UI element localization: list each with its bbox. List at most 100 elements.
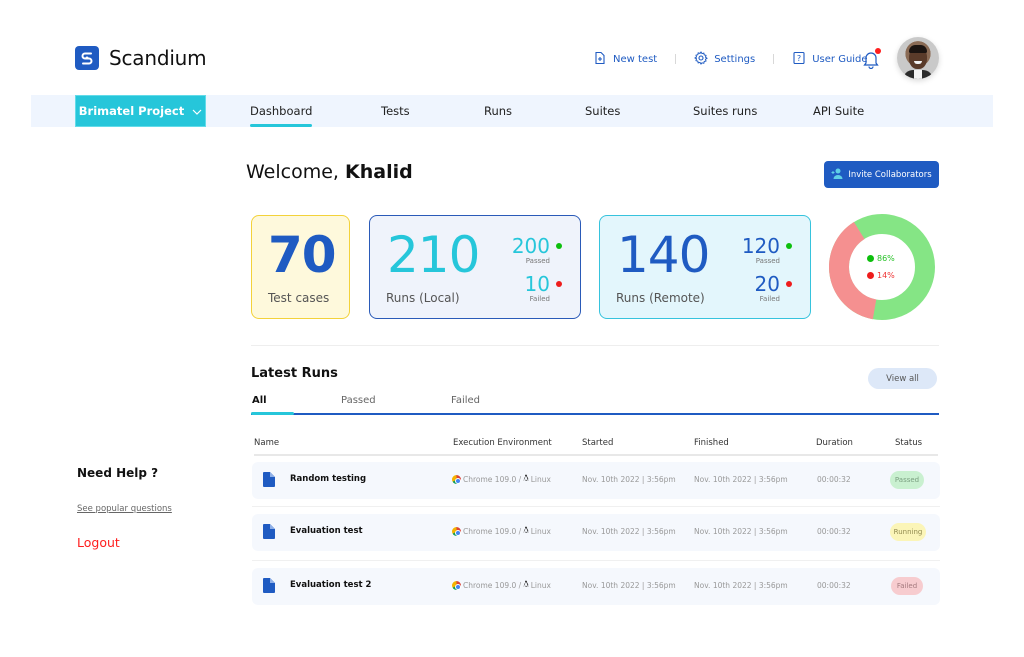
latest-runs-title: Latest Runs bbox=[251, 366, 338, 381]
main-nav: Brimatel Project Dashboard Tests Runs Su… bbox=[31, 95, 993, 127]
passed-percent: 86% bbox=[877, 254, 895, 263]
welcome-greeting: Welcome, bbox=[246, 161, 339, 183]
run-finished: Nov. 10th 2022 | 3:56pm bbox=[694, 581, 788, 590]
header-actions: New test Settings ? User Guide bbox=[593, 46, 868, 72]
browser-version: Chrome 109.0 / bbox=[463, 527, 522, 536]
status-badge: Running bbox=[890, 523, 926, 541]
table-row[interactable]: Evaluation test 2 Chrome 109.0 /🐧︎ Linux … bbox=[252, 568, 940, 605]
filter-failed[interactable]: Failed bbox=[451, 395, 480, 406]
run-finished: Nov. 10th 2022 | 3:56pm bbox=[694, 527, 788, 536]
browser-version: Chrome 109.0 / bbox=[463, 581, 522, 590]
remote-failed-stat: 20 Failed bbox=[755, 274, 792, 303]
col-finished: Finished bbox=[694, 438, 729, 448]
run-started: Nov. 10th 2022 | 3:56pm bbox=[582, 581, 676, 590]
run-name: Random testing bbox=[290, 474, 367, 484]
remote-runs-label: Runs (Remote) bbox=[616, 291, 705, 305]
local-failed-label: Failed bbox=[529, 295, 550, 303]
status-badge: Passed bbox=[890, 471, 924, 489]
project-name: Brimatel Project bbox=[78, 104, 185, 118]
local-runs-label: Runs (Local) bbox=[386, 291, 460, 305]
remote-runs-count: 140 bbox=[617, 226, 710, 284]
local-passed-label: Passed bbox=[525, 257, 550, 265]
tab-tests[interactable]: Tests bbox=[381, 95, 410, 127]
col-duration: Duration bbox=[816, 438, 853, 448]
run-name: Evaluation test bbox=[290, 526, 363, 536]
run-environment: Chrome 109.0 /🐧︎ Linux bbox=[452, 580, 551, 591]
new-file-icon bbox=[593, 51, 607, 68]
filter-all[interactable]: All bbox=[252, 395, 267, 406]
user-guide-label: User Guide bbox=[812, 53, 868, 65]
run-environment: Chrome 109.0 /🐧︎ Linux bbox=[452, 526, 551, 537]
scandium-logo-icon bbox=[75, 46, 99, 70]
tab-suites[interactable]: Suites bbox=[585, 95, 620, 127]
test-cases-count: 70 bbox=[268, 226, 337, 284]
file-icon bbox=[263, 524, 275, 539]
filter-passed[interactable]: Passed bbox=[341, 395, 376, 406]
tab-dashboard[interactable]: Dashboard bbox=[250, 95, 313, 127]
local-passed-stat: 200 Passed bbox=[512, 236, 562, 265]
browser-version: Chrome 109.0 / bbox=[463, 475, 522, 484]
tab-runs[interactable]: Runs bbox=[484, 95, 512, 127]
run-started: Nov. 10th 2022 | 3:56pm bbox=[582, 475, 676, 484]
col-name: Name bbox=[254, 438, 280, 448]
status-badge: Failed bbox=[891, 577, 923, 595]
divider bbox=[675, 54, 677, 64]
failed-dot-icon bbox=[867, 272, 874, 279]
filter-tabs-underline bbox=[251, 413, 939, 415]
welcome-user: Khalid bbox=[345, 161, 413, 183]
welcome-heading: Welcome, Khalid bbox=[246, 161, 413, 183]
donut-legend: 86% 14% bbox=[867, 250, 895, 284]
failed-dot-icon bbox=[556, 281, 562, 287]
user-guide-button[interactable]: ? User Guide bbox=[792, 51, 868, 68]
file-icon bbox=[263, 472, 275, 487]
logout-link[interactable]: Logout bbox=[77, 535, 120, 550]
settings-button[interactable]: Settings bbox=[694, 50, 756, 68]
os-name: Linux bbox=[530, 581, 551, 590]
col-started: Started bbox=[582, 438, 614, 448]
svg-text:?: ? bbox=[797, 54, 801, 63]
need-help-heading: Need Help ? bbox=[77, 466, 159, 480]
local-runs-card[interactable]: 210 Runs (Local) 200 Passed 10 Failed bbox=[369, 215, 581, 319]
table-row[interactable]: Random testing Chrome 109.0 /🐧︎ Linux Nov… bbox=[252, 462, 940, 499]
passed-dot-icon bbox=[556, 243, 562, 249]
popular-questions-link[interactable]: See popular questions bbox=[77, 504, 172, 514]
run-finished: Nov. 10th 2022 | 3:56pm bbox=[694, 475, 788, 484]
chevron-down-icon bbox=[192, 104, 202, 118]
new-test-label: New test bbox=[613, 53, 658, 65]
remote-failed-label: Failed bbox=[759, 295, 780, 303]
filter-active-indicator bbox=[251, 412, 294, 415]
view-all-button[interactable]: View all bbox=[868, 368, 937, 389]
project-selector[interactable]: Brimatel Project bbox=[75, 95, 206, 127]
remote-passed-count: 120 bbox=[741, 234, 780, 258]
col-environment: Execution Environment bbox=[453, 438, 552, 448]
run-environment: Chrome 109.0 /🐧︎ Linux bbox=[452, 474, 551, 485]
failed-percent: 14% bbox=[877, 271, 895, 280]
app-name: Scandium bbox=[109, 46, 207, 70]
table-row[interactable]: Evaluation test Chrome 109.0 /🐧︎ Linux No… bbox=[252, 514, 940, 551]
linux-icon: 🐧︎ bbox=[523, 580, 529, 590]
app-logo[interactable]: Scandium bbox=[75, 46, 207, 70]
section-divider bbox=[251, 345, 939, 346]
remote-passed-stat: 120 Passed bbox=[742, 236, 792, 265]
tab-suites-runs[interactable]: Suites runs bbox=[693, 95, 757, 127]
new-test-button[interactable]: New test bbox=[593, 51, 657, 68]
os-name: Linux bbox=[530, 475, 551, 484]
passed-dot-icon bbox=[786, 243, 792, 249]
linux-icon: 🐧︎ bbox=[523, 474, 529, 484]
test-cases-card[interactable]: 70 Test cases bbox=[251, 215, 350, 319]
failed-dot-icon bbox=[786, 281, 792, 287]
notifications-button[interactable] bbox=[862, 48, 881, 70]
remote-failed-count: 20 bbox=[754, 272, 780, 296]
user-avatar[interactable] bbox=[897, 37, 939, 79]
invite-collaborators-button[interactable]: Invite Collaborators bbox=[824, 161, 939, 188]
run-started: Nov. 10th 2022 | 3:56pm bbox=[582, 527, 676, 536]
row-divider bbox=[252, 506, 940, 507]
settings-label: Settings bbox=[714, 53, 756, 65]
run-name: Evaluation test 2 bbox=[290, 580, 372, 590]
chrome-icon bbox=[452, 581, 461, 590]
run-duration: 00:00:32 bbox=[817, 581, 851, 590]
remote-runs-card[interactable]: 140 Runs (Remote) 120 Passed 20 Failed bbox=[599, 215, 811, 319]
add-user-icon bbox=[831, 168, 843, 182]
tab-api-suite[interactable]: API Suite bbox=[813, 95, 864, 127]
run-duration: 00:00:32 bbox=[817, 475, 851, 484]
